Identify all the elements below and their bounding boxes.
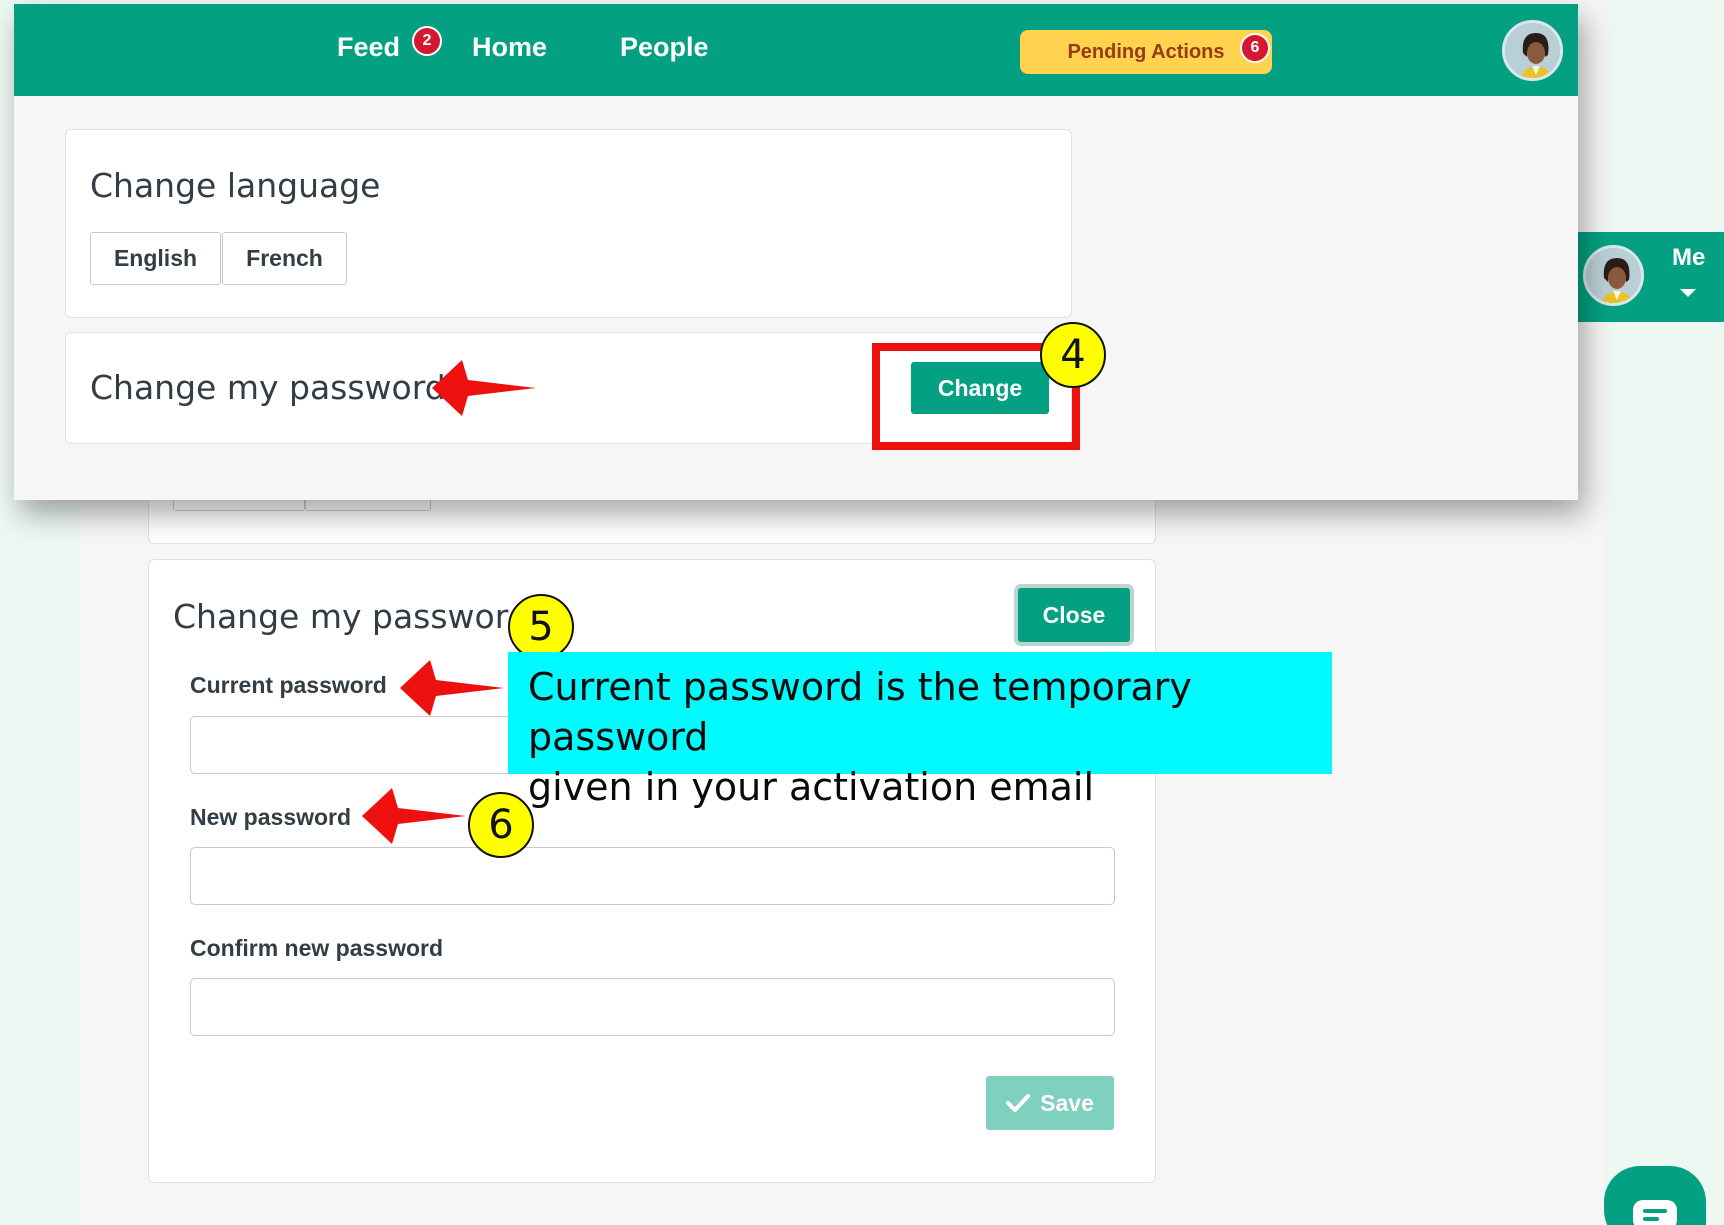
- save-button-label: Save: [1040, 1089, 1094, 1116]
- english-button[interactable]: English: [90, 232, 221, 285]
- step-5-marker: 5: [508, 594, 574, 660]
- nav-people[interactable]: People: [620, 32, 709, 63]
- password-form-title: Change my password: [173, 597, 529, 636]
- settings-popup: Feed 2 Home People Pending Actions 6 Cha…: [14, 4, 1578, 500]
- tip-callout-line-1: Current password is the temporary passwo…: [528, 665, 1192, 759]
- top-navigation-bar: Feed 2 Home People Pending Actions 6: [14, 4, 1578, 96]
- person-icon: [1505, 23, 1560, 78]
- nav-feed[interactable]: Feed: [337, 32, 400, 63]
- step-4-marker: 4: [1040, 322, 1106, 388]
- arrow-left-icon: [400, 660, 504, 716]
- arrow-left-icon: [432, 360, 536, 416]
- me-menu-label[interactable]: Me: [1672, 244, 1705, 272]
- pending-actions-badge: 6: [1240, 33, 1270, 63]
- nav-home[interactable]: Home: [472, 32, 547, 63]
- user-avatar[interactable]: [1502, 20, 1563, 81]
- confirm-password-input[interactable]: [190, 978, 1115, 1036]
- current-password-label: Current password: [190, 672, 387, 698]
- new-password-input[interactable]: [190, 847, 1115, 905]
- caret-down-icon[interactable]: [1680, 289, 1696, 297]
- save-button[interactable]: Save: [986, 1076, 1114, 1130]
- arrow-left-icon: [362, 788, 466, 844]
- new-password-label: New password: [190, 804, 352, 830]
- tip-callout: Current password is the temporary passwo…: [508, 652, 1332, 809]
- french-button[interactable]: French: [222, 232, 347, 285]
- tip-callout-line-2: given in your activation email: [528, 765, 1095, 809]
- close-button[interactable]: Close: [1014, 584, 1134, 646]
- background-avatar[interactable]: [1583, 245, 1644, 306]
- step-6-marker: 6: [468, 792, 534, 858]
- feed-badge: 2: [412, 26, 442, 56]
- change-password-title: Change my password: [90, 368, 446, 407]
- checkmark-icon: [1006, 1094, 1031, 1112]
- change-language-card: [65, 129, 1072, 318]
- change-language-title: Change language: [90, 166, 381, 205]
- pending-actions-button[interactable]: Pending Actions: [1020, 30, 1272, 74]
- confirm-password-label: Confirm new password: [190, 935, 444, 961]
- chat-icon: [1633, 1200, 1677, 1225]
